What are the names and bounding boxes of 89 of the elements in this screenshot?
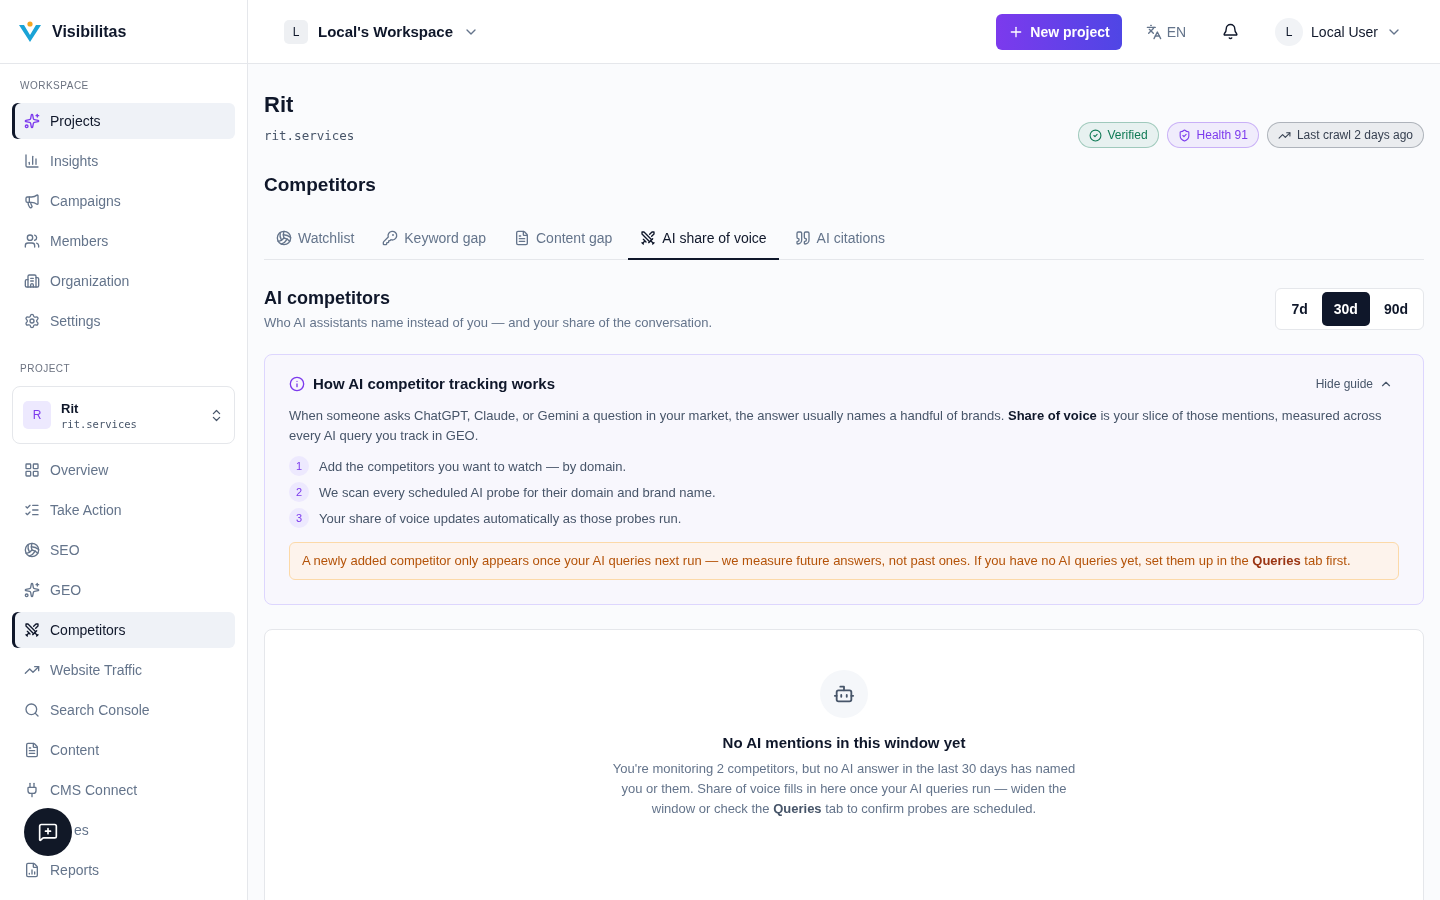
sparkles-icon <box>24 582 40 598</box>
section-heading: WORKSPACE <box>19 80 90 91</box>
translate-icon <box>1145 23 1162 40</box>
workspace-switcher[interactable]: L Local's Workspace <box>284 19 479 44</box>
step-text: Your share of voice updates automatically as those probes run. <box>319 510 682 526</box>
globe-icon <box>276 230 292 246</box>
bell-icon <box>1222 23 1240 40</box>
sidebar-item[interactable]: Projects <box>12 103 235 139</box>
quote-icon <box>794 230 811 246</box>
grid-icon <box>24 462 40 478</box>
sidebar-item[interactable]: Content <box>12 732 235 768</box>
step-text: We scan every scheduled AI probe for their domain and brand name. <box>319 484 716 500</box>
sidebar-item[interactable]: Overview <box>12 452 235 488</box>
checklist-icon <box>24 502 40 518</box>
document-icon <box>514 230 530 246</box>
sidebar-item[interactable]: es <box>12 812 235 848</box>
status-badge: Verified <box>1077 122 1159 148</box>
sidebar-item[interactable]: Search Console <box>12 692 235 728</box>
warning-note: A newly added competitor only appears once your AI queries next run — we measure future answers, not past ones. If you have no AI queries yet, set them up in the Queries tab first. <box>289 542 1399 580</box>
robot-icon <box>833 683 855 705</box>
tab[interactable]: Keyword gap <box>370 218 498 260</box>
range-option[interactable]: 7d <box>1279 292 1320 326</box>
megaphone-icon <box>24 193 40 209</box>
workspace-name: Local's Workspace <box>318 23 453 40</box>
step-number: 2 <box>289 482 309 502</box>
sparkles-icon <box>24 113 40 129</box>
project-avatar: R <box>23 401 51 429</box>
guide-title: How AI competitor tracking works <box>313 375 555 392</box>
swords-icon <box>640 230 657 246</box>
step-text: Add the competitors you want to watch — by domain. <box>319 458 627 474</box>
guide-toggle[interactable]: Hide guide <box>1309 375 1399 392</box>
feedback-button[interactable] <box>24 808 72 856</box>
step-number: 1 <box>289 456 309 476</box>
brand-name: Visibilitas <box>52 22 127 41</box>
panel-title: AI competitors <box>264 288 392 309</box>
sidebar-item[interactable]: Campaigns <box>12 183 235 219</box>
building-icon <box>24 273 40 289</box>
status-badge: Last crawl 2 days ago <box>1266 122 1424 148</box>
project-domain: rit.services <box>61 417 138 430</box>
settings-icon <box>24 313 40 329</box>
sidebar-item[interactable]: Take Action <box>12 492 235 528</box>
user-name: Local User <box>1311 23 1378 40</box>
panel-subtitle: Who AI assistants name instead of you — and your share of the conversation. <box>264 315 713 330</box>
range-option[interactable]: 30d <box>1321 292 1370 326</box>
tab[interactable]: Content gap <box>502 218 625 260</box>
user-menu[interactable]: L Local User <box>1269 16 1408 47</box>
logo-icon <box>18 20 42 43</box>
tab[interactable]: AI citations <box>782 218 898 260</box>
new-project-button[interactable]: New project <box>996 13 1122 50</box>
sidebar-item[interactable]: SEO <box>12 532 235 568</box>
sidebar-item[interactable]: Reports <box>12 852 235 888</box>
tab[interactable]: AI share of voice <box>628 218 779 260</box>
project-switcher[interactable]: R Rit rit.services <box>12 386 235 444</box>
swords-icon <box>24 622 40 638</box>
sidebar-item[interactable]: Settings <box>12 303 235 339</box>
key-icon <box>382 230 399 246</box>
globe-icon <box>24 542 40 558</box>
shield-icon <box>1177 128 1191 142</box>
project-name: Rit <box>61 400 80 416</box>
sidebar-item[interactable]: CMS Connect <box>12 772 235 808</box>
message-plus-icon <box>38 822 58 842</box>
document-icon <box>24 742 40 758</box>
status-badge: Health 91 <box>1166 122 1259 148</box>
section-title: Competitors <box>264 174 377 196</box>
info-icon <box>289 375 305 392</box>
project-title: Rit <box>264 92 295 118</box>
tab[interactable]: Watchlist <box>264 218 367 260</box>
workspace-avatar: L <box>284 19 308 44</box>
empty-state-title: No AI mentions in this window yet <box>722 734 966 751</box>
plug-icon <box>24 782 40 798</box>
report-icon <box>24 862 40 878</box>
sidebar-item[interactable]: Members <box>12 223 235 259</box>
project-domain: rit.services <box>264 128 355 143</box>
check-circle-icon <box>1088 128 1102 142</box>
sidebar-item[interactable]: GEO <box>12 572 235 608</box>
language-button[interactable]: EN <box>1139 22 1193 41</box>
bar-chart-icon <box>24 153 40 169</box>
section-heading: PROJECT <box>19 363 72 374</box>
sidebar-item[interactable]: Organization <box>12 263 235 299</box>
sidebar-item[interactable]: Competitors <box>12 612 235 648</box>
sidebar-item[interactable]: Insights <box>12 143 235 179</box>
user-avatar: L <box>1275 17 1304 46</box>
sidebar-item[interactable]: Website Traffic <box>12 652 235 688</box>
users-icon <box>24 233 40 249</box>
search-icon <box>24 702 40 718</box>
range-option[interactable]: 90d <box>1371 292 1420 326</box>
step-number: 3 <box>289 508 309 528</box>
empty-state-text: You're monitoring 2 competitors, but no AI answer in the last 30 days has named you or them. Share of voice fills in here once your AI queries run — widen the window or check the Queries tab to confirm probes are scheduled. <box>611 760 1077 818</box>
guide-intro: When someone asks ChatGPT, Claude, or Gemini a question in your market, the answer usually names a handful of brands. Share of voice is your slice of those mentions, measured across every AI query you track in GEO. <box>289 407 1383 445</box>
